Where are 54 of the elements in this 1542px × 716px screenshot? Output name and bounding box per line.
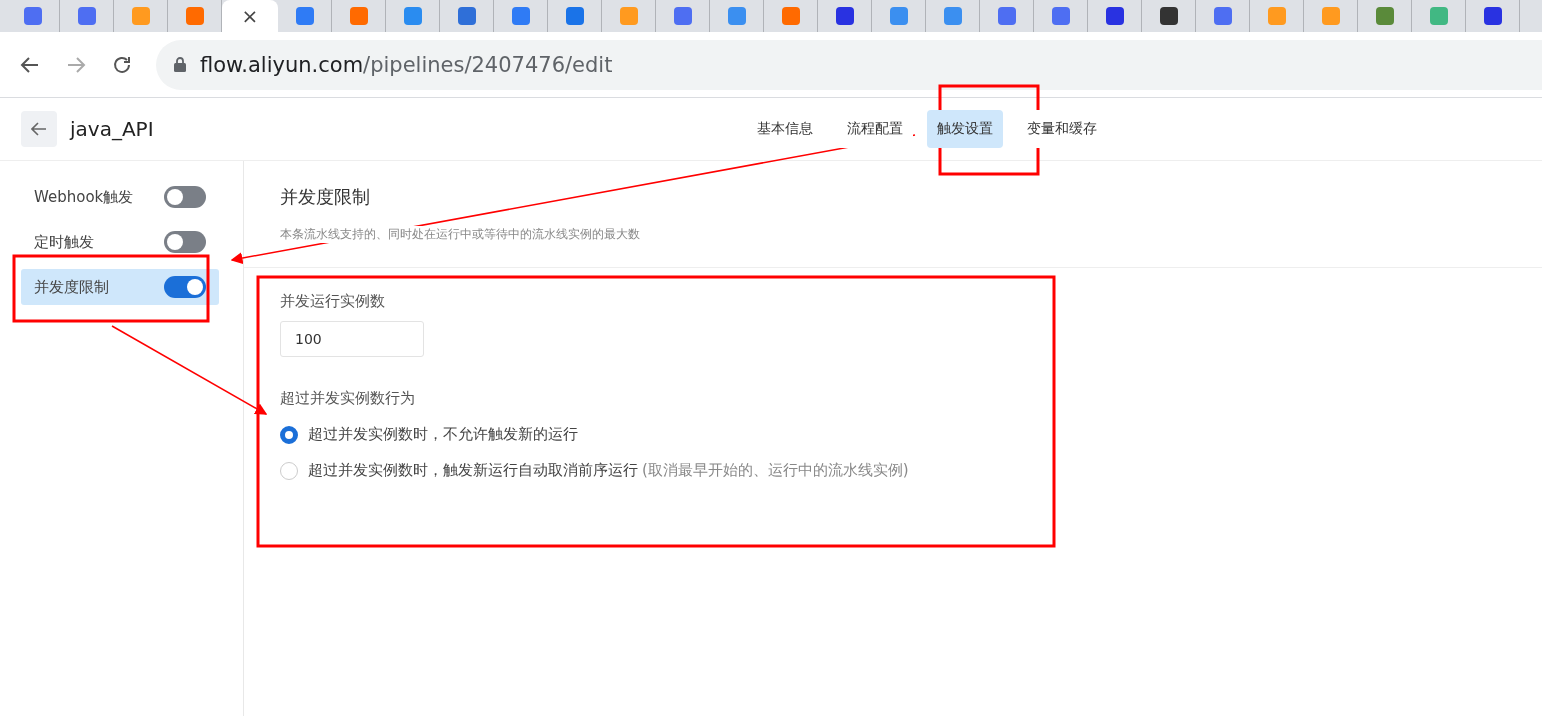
radio-button[interactable] xyxy=(280,425,298,444)
toggle-switch[interactable] xyxy=(164,231,206,253)
toggle-switch[interactable] xyxy=(164,186,206,208)
url-text: flow.aliyun.com/pipelines/2407476/edit xyxy=(200,52,613,77)
sidebar-item[interactable]: Webhook触发 xyxy=(21,179,219,215)
favicon-icon xyxy=(131,7,150,25)
favicon-icon xyxy=(1213,7,1232,25)
browser-tab[interactable]: × xyxy=(222,0,278,32)
favicon-icon xyxy=(1267,7,1286,25)
section-description: 本条流水线支持的、同时处在运行中或等待中的流水线实例的最大数 xyxy=(280,226,640,243)
sidebar-label: 定时触发 xyxy=(34,232,94,252)
field-label: 超过并发实例数行为 xyxy=(280,389,416,408)
favicon-icon xyxy=(403,7,422,25)
pipeline-title: java_API xyxy=(70,117,154,141)
favicon-icon xyxy=(565,7,584,25)
favicon-icon xyxy=(457,7,476,25)
favicon-icon xyxy=(1051,7,1070,25)
option-label[interactable]: 超过并发实例数时，不允许触发新的运行 xyxy=(308,425,578,444)
favicon-icon xyxy=(781,7,800,25)
favicon-icon xyxy=(185,7,204,25)
favicon-icon xyxy=(23,7,42,25)
favicon-icon xyxy=(1429,7,1448,25)
sidebar-label: 并发度限制 xyxy=(34,277,109,297)
favicon-icon xyxy=(1321,7,1340,25)
option-note: (取消最早开始的、运行中的流水线实例) xyxy=(642,461,909,480)
favicon-icon xyxy=(997,7,1016,25)
favicon-icon xyxy=(835,7,854,25)
lock-icon xyxy=(174,57,186,72)
section-title: 并发度限制 xyxy=(280,185,371,209)
sidebar-item[interactable]: 定时触发 xyxy=(21,224,219,260)
favicon-icon xyxy=(1375,7,1394,25)
favicon-icon xyxy=(1105,7,1124,25)
back-button[interactable] xyxy=(21,111,57,147)
close-tab-button[interactable]: × xyxy=(241,6,259,26)
arrow-left-icon xyxy=(31,122,47,136)
option-label[interactable]: 超过并发实例数时，触发新运行自动取消前序运行 xyxy=(308,461,638,480)
favicon-icon xyxy=(673,7,692,25)
favicon-icon xyxy=(511,7,530,25)
sidebar-label: Webhook触发 xyxy=(34,187,134,207)
favicon-icon xyxy=(77,7,96,25)
field-label: 并发运行实例数 xyxy=(280,292,386,311)
favicon-icon xyxy=(349,7,368,25)
nav-tab[interactable]: 触发设置 xyxy=(927,110,1003,148)
count-input[interactable]: 100 xyxy=(280,321,424,357)
favicon-icon xyxy=(295,7,314,25)
favicon-icon xyxy=(619,7,638,25)
favicon-icon xyxy=(943,7,962,25)
sidebar-item[interactable]: 并发度限制 xyxy=(21,269,219,305)
toggle-switch[interactable] xyxy=(164,276,206,298)
favicon-icon xyxy=(1483,7,1502,25)
address-bar[interactable]: flow.aliyun.com/pipelines/2407476/edit xyxy=(156,39,1542,90)
favicon-icon xyxy=(1159,7,1178,25)
favicon-icon xyxy=(727,7,746,25)
favicon-icon xyxy=(889,7,908,25)
